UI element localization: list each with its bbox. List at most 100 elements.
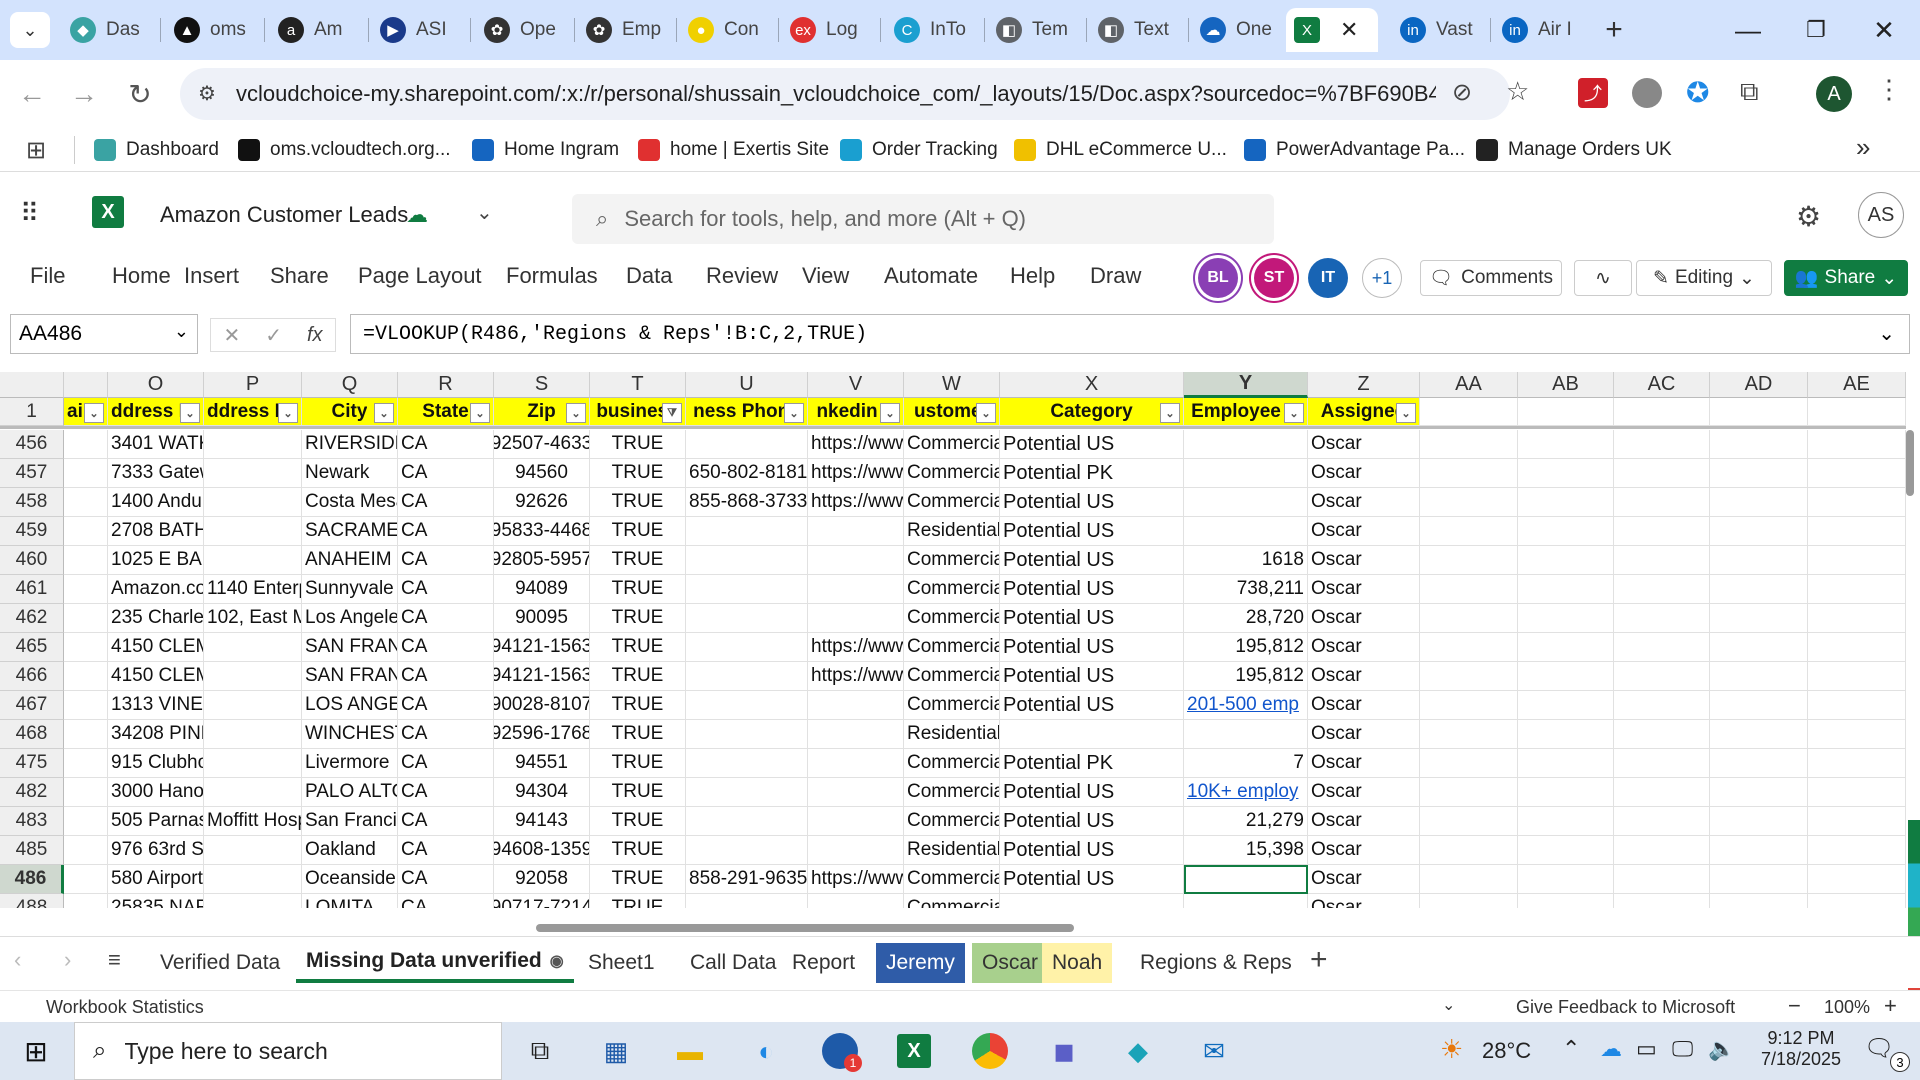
table-cell[interactable] [1710, 430, 1808, 459]
table-cell[interactable] [204, 459, 302, 488]
bookmark-item[interactable]: PowerAdvantage Pa... [1244, 134, 1465, 166]
column-header[interactable] [64, 372, 108, 398]
table-cell[interactable] [1614, 662, 1710, 691]
table-cell[interactable] [1614, 575, 1710, 604]
table-cell[interactable] [1710, 604, 1808, 633]
sheet-tab[interactable]: Regions & Reps [1130, 943, 1302, 983]
table-cell[interactable] [1184, 865, 1308, 894]
table-cell[interactable]: 94560 [494, 459, 590, 488]
table-cell[interactable] [1518, 459, 1614, 488]
table-cell[interactable] [1518, 604, 1614, 633]
table-cell[interactable] [686, 749, 808, 778]
crosshair-extension-icon[interactable]: ✪ [1686, 76, 1709, 109]
table-cell[interactable]: Potential US [1000, 662, 1184, 691]
header-cell[interactable]: Employee C ⌄ [1184, 398, 1308, 426]
table-cell[interactable]: CA [398, 807, 494, 836]
name-box[interactable]: AA486 ⌄ [10, 314, 198, 354]
weather-icon[interactable]: ☀ [1440, 1034, 1463, 1065]
table-cell[interactable] [808, 720, 904, 749]
table-cell[interactable]: Oscar [1308, 488, 1420, 517]
table-cell[interactable] [1518, 807, 1614, 836]
filter-dropdown-icon[interactable]: ⌄ [278, 403, 298, 423]
table-cell[interactable]: CA [398, 865, 494, 894]
table-cell[interactable]: Oscar [1308, 807, 1420, 836]
table-cell[interactable] [1420, 517, 1518, 546]
table-cell[interactable]: 25835 NARBONNE AVI [108, 894, 204, 908]
table-cell[interactable] [1000, 894, 1184, 908]
collaborator-avatar[interactable]: +1 [1362, 258, 1402, 298]
excel-taskbar-icon[interactable]: X [892, 1030, 936, 1072]
table-cell[interactable]: 15,398 [1184, 836, 1308, 865]
browser-menu-icon[interactable]: ⋮ [1876, 74, 1902, 105]
table-cell[interactable] [64, 430, 108, 459]
table-cell[interactable]: Costa Mesa [302, 488, 398, 517]
table-cell[interactable] [1808, 604, 1906, 633]
filter-dropdown-icon[interactable]: ⌄ [1160, 403, 1180, 423]
table-cell[interactable] [1614, 720, 1710, 749]
table-cell[interactable] [1710, 691, 1808, 720]
table-cell[interactable] [204, 894, 302, 908]
row-header[interactable]: 467 [0, 691, 64, 720]
table-cell[interactable] [1000, 720, 1184, 749]
search-box[interactable]: ⌕ Search for tools, help, and more (Alt … [572, 194, 1274, 244]
site-info-icon[interactable]: ⚙ [198, 81, 216, 106]
table-cell[interactable]: TRUE [590, 430, 686, 459]
table-cell[interactable] [204, 488, 302, 517]
comments-button[interactable]: 🗨 Comments [1420, 260, 1562, 296]
table-cell[interactable]: Commercia [904, 488, 1000, 517]
table-cell[interactable]: https://www [808, 662, 904, 691]
table-cell[interactable]: Oscar [1308, 430, 1420, 459]
browser-tab[interactable]: ex Log [782, 8, 878, 52]
prev-sheet-icon[interactable]: ‹ [14, 947, 21, 973]
table-cell[interactable]: 10K+ employ [1184, 778, 1308, 807]
table-cell[interactable] [686, 517, 808, 546]
table-cell[interactable]: https://www [808, 633, 904, 662]
table-cell[interactable]: SAN FRAN [302, 633, 398, 662]
table-cell[interactable] [1710, 517, 1808, 546]
table-cell[interactable]: Potential US [1000, 807, 1184, 836]
table-cell[interactable] [1420, 662, 1518, 691]
table-cell[interactable] [1420, 836, 1518, 865]
file-explorer-icon[interactable]: ▬ [668, 1030, 712, 1072]
table-cell[interactable]: CA [398, 633, 494, 662]
table-cell[interactable]: Amazon.co [108, 575, 204, 604]
table-cell[interactable] [1808, 720, 1906, 749]
table-cell[interactable]: 855-868-3733 [686, 488, 808, 517]
table-cell[interactable] [1808, 778, 1906, 807]
insert-function-icon[interactable]: fx [307, 324, 323, 347]
table-cell[interactable]: Livermore [302, 749, 398, 778]
outlook-icon[interactable]: ✉ [1192, 1030, 1236, 1072]
table-cell[interactable]: 94143 [494, 807, 590, 836]
table-cell[interactable]: 3401 WATKINS DR OLI [108, 430, 204, 459]
table-cell[interactable] [1518, 865, 1614, 894]
table-cell[interactable]: 201-500 emp [1184, 691, 1308, 720]
filter-dropdown-icon[interactable]: ⌄ [784, 403, 804, 423]
title-chevron-down-icon[interactable]: ⌄ [476, 200, 493, 225]
table-cell[interactable] [1614, 633, 1710, 662]
table-cell[interactable] [1420, 546, 1518, 575]
zoom-out-icon[interactable]: − [1788, 993, 1801, 1019]
table-cell[interactable] [808, 604, 904, 633]
header-cell[interactable]: Zip ⌄ [494, 398, 590, 426]
filter-dropdown-icon[interactable]: ⌄ [180, 403, 200, 423]
table-cell[interactable] [1420, 691, 1518, 720]
table-cell[interactable] [1518, 836, 1614, 865]
cancel-icon[interactable]: ✕ [223, 323, 240, 348]
browser-tab[interactable]: ▶ ASI [372, 8, 468, 52]
ribbon-tab-view[interactable]: View [802, 263, 849, 289]
table-cell[interactable]: Potential US [1000, 691, 1184, 720]
table-cell[interactable]: SAN FRAN [302, 662, 398, 691]
header-cell[interactable]: ddress L ⌄ [108, 398, 204, 426]
table-cell[interactable]: 505 Parnas [108, 807, 204, 836]
table-cell[interactable] [1518, 633, 1614, 662]
table-cell[interactable] [686, 604, 808, 633]
share-button[interactable]: 👥 Share ⌄ [1784, 260, 1908, 296]
column-header[interactable]: O [108, 372, 204, 398]
table-cell[interactable] [204, 662, 302, 691]
browser-tab[interactable]: X ✕ [1286, 8, 1378, 52]
table-cell[interactable]: Commercia [904, 778, 1000, 807]
table-cell[interactable] [1420, 459, 1518, 488]
filter-dropdown-icon[interactable]: ⌄ [1284, 403, 1304, 423]
header-cell[interactable] [1518, 398, 1614, 426]
table-cell[interactable]: Residential [904, 720, 1000, 749]
